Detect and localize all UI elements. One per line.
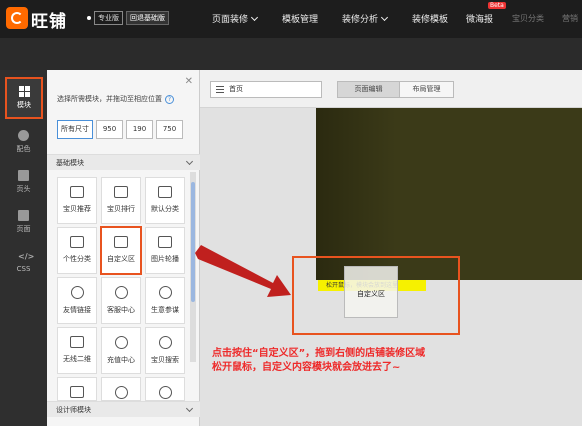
nav-decoration-analysis[interactable]: 装修分析 bbox=[342, 12, 389, 25]
module-item-custom-area[interactable]: 自定义区 bbox=[100, 226, 142, 275]
top-bar: 旺铺 专业版 回退基础版 页面装修 模板管理 装修分析 装修模板 微海报 Bet… bbox=[0, 0, 582, 38]
image-icon bbox=[70, 186, 84, 198]
sidebar-item-label: CSS bbox=[16, 265, 31, 273]
close-icon[interactable]: ✕ bbox=[185, 76, 193, 87]
module-item-qrcode[interactable]: 无线二维 bbox=[57, 327, 97, 374]
editor-toolbar: 首页 页面编辑 布局管理 bbox=[200, 70, 582, 108]
module-item-links[interactable]: 友情链接 bbox=[57, 277, 97, 324]
category-icon bbox=[158, 186, 172, 198]
chevron-down-icon bbox=[185, 404, 194, 413]
custom-grid-icon bbox=[114, 236, 128, 248]
nav-decoration-template[interactable]: 装修模板 bbox=[412, 12, 448, 25]
left-sidebar: 模块 配色 页头 页面 </> CSS bbox=[0, 70, 47, 426]
compass-icon bbox=[158, 286, 172, 299]
page-select[interactable]: 首页 bbox=[210, 81, 322, 98]
shop-banner-area[interactable] bbox=[316, 108, 582, 280]
list-icon bbox=[216, 86, 224, 93]
sidebar-item-css[interactable]: </> CSS bbox=[0, 242, 47, 282]
search-icon bbox=[158, 336, 172, 349]
tab-layout-manage[interactable]: 布局管理 bbox=[399, 81, 454, 98]
module-item-video[interactable] bbox=[101, 377, 141, 401]
module-item-favorite[interactable] bbox=[145, 377, 185, 401]
designer-modules-header[interactable]: 设计师模块 bbox=[47, 401, 200, 417]
sidebar-item-label: 模块 bbox=[17, 101, 31, 109]
nav-item-category[interactable]: 宝贝分类 bbox=[512, 13, 544, 24]
chevron-down-icon bbox=[185, 157, 194, 166]
module-item-advisor[interactable]: 生意参谋 bbox=[145, 277, 185, 324]
play-icon bbox=[114, 386, 128, 399]
instruction-line-1: 点击按住“自定义区”，拖到右侧的店铺装修区域 bbox=[212, 348, 426, 359]
size-750-button[interactable]: 750 bbox=[156, 120, 183, 139]
module-item-service[interactable]: 客服中心 bbox=[101, 277, 141, 324]
sidebar-item-label: 页面 bbox=[16, 225, 31, 233]
sub-header-strip bbox=[0, 38, 582, 70]
size-950-button[interactable]: 950 bbox=[96, 120, 123, 139]
heart-icon bbox=[158, 386, 172, 399]
module-item-game[interactable] bbox=[57, 377, 97, 401]
beta-badge: Beta bbox=[488, 2, 506, 9]
size-all-button[interactable]: 所有尺寸 bbox=[57, 120, 93, 139]
module-item-search[interactable]: 宝贝搜索 bbox=[145, 327, 185, 374]
sidebar-item-modules[interactable]: 模块 bbox=[5, 77, 43, 119]
header-icon bbox=[18, 170, 29, 181]
module-item-recommend[interactable]: 宝贝推荐 bbox=[57, 177, 97, 224]
revert-basic-button[interactable]: 回退基础版 bbox=[126, 11, 169, 25]
module-item-recharge[interactable]: 充值中心 bbox=[101, 327, 141, 374]
link-icon bbox=[70, 286, 84, 299]
sidebar-item-label: 配色 bbox=[16, 145, 31, 153]
nav-micro-poster[interactable]: 微海报 bbox=[466, 12, 493, 25]
qrcode-icon bbox=[70, 336, 84, 348]
gamepad-icon bbox=[70, 386, 84, 398]
tab-page-edit[interactable]: 页面编辑 bbox=[337, 81, 400, 98]
logo-dot bbox=[87, 16, 91, 20]
module-item-carousel[interactable]: 图片轮播 bbox=[145, 227, 185, 274]
dollar-icon bbox=[114, 336, 128, 349]
sidebar-item-page[interactable]: 页面 bbox=[0, 202, 47, 242]
size-filter: 所有尺寸 950 190 750 bbox=[57, 120, 183, 139]
drop-highlight-box bbox=[292, 256, 460, 335]
sidebar-item-label: 页头 bbox=[16, 185, 31, 193]
page-icon bbox=[18, 210, 29, 221]
scrollbar-thumb[interactable] bbox=[191, 182, 195, 302]
nav-marketing[interactable]: 营销 bbox=[562, 13, 578, 24]
code-icon: </> bbox=[18, 252, 35, 261]
module-item-custom-category[interactable]: 个性分类 bbox=[57, 227, 97, 274]
sort-icon bbox=[114, 186, 128, 198]
module-item-default-category[interactable]: 默认分类 bbox=[145, 177, 185, 224]
palette-icon bbox=[18, 130, 29, 141]
sidebar-item-colors[interactable]: 配色 bbox=[0, 122, 47, 162]
module-item-ranking[interactable]: 宝贝排行 bbox=[101, 177, 141, 224]
logo-text: 旺铺 bbox=[31, 12, 67, 32]
nav-page-decoration[interactable]: 页面装修 bbox=[212, 12, 259, 25]
chevron-down-icon bbox=[250, 13, 259, 22]
help-icon[interactable]: ? bbox=[165, 95, 174, 104]
panel-scrollbar[interactable] bbox=[190, 172, 196, 362]
chevron-down-icon bbox=[380, 13, 389, 22]
tree-icon bbox=[70, 236, 84, 248]
nav-template-manage[interactable]: 模板管理 bbox=[282, 12, 318, 25]
service-icon bbox=[114, 286, 128, 299]
size-190-button[interactable]: 190 bbox=[126, 120, 153, 139]
grid-icon bbox=[18, 86, 30, 97]
sidebar-item-header[interactable]: 页头 bbox=[0, 162, 47, 202]
edition-badge: 专业版 bbox=[94, 11, 123, 25]
basic-modules-header[interactable]: 基础模块 bbox=[47, 154, 200, 170]
wangpu-logo-icon bbox=[6, 7, 28, 29]
instruction-line-2: 松开鼠标，自定义内容模块就会放进去了~ bbox=[212, 362, 401, 373]
panel-tip: 选择所需模块，并拖动至相应位置? bbox=[57, 94, 174, 104]
carousel-icon bbox=[158, 236, 172, 248]
